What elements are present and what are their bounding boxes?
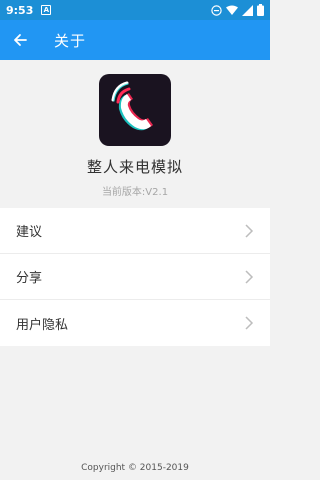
menu-item-label: 用户隐私 xyxy=(16,317,69,333)
menu-item-privacy[interactable]: 用户隐私 xyxy=(0,300,270,346)
arrow-left-icon xyxy=(14,34,27,46)
phone-call-icon xyxy=(111,81,153,131)
menu-item-share[interactable]: 分享 xyxy=(0,254,270,300)
wifi-icon xyxy=(226,5,238,15)
settings-menu: 建议 分享 用户隐私 xyxy=(0,208,270,346)
copyright-text: Copyright © 2015-2019 xyxy=(81,463,189,473)
status-icons xyxy=(211,4,264,16)
signal-icon xyxy=(242,4,253,16)
app-name: 整人来电模拟 xyxy=(86,158,183,176)
page-title: 关于 xyxy=(54,31,87,50)
app-version: 当前版本:V2.1 xyxy=(101,187,169,198)
back-button[interactable] xyxy=(0,20,40,60)
app-bar: 关于 xyxy=(0,20,270,60)
battery-icon xyxy=(257,4,264,16)
do-not-disturb-icon xyxy=(211,4,222,16)
app-info: 整人来电模拟 当前版本:V2.1 xyxy=(0,60,270,208)
status-time: 9:53 xyxy=(6,3,34,17)
chevron-right-icon xyxy=(245,316,254,330)
menu-item-label: 分享 xyxy=(16,271,43,286)
app-logo xyxy=(99,74,171,146)
menu-item-label: 建议 xyxy=(16,225,43,240)
chevron-right-icon xyxy=(245,223,254,238)
menu-item-feedback[interactable]: 建议 xyxy=(0,208,270,254)
chevron-right-icon xyxy=(245,269,254,284)
notification-icon: A xyxy=(41,5,52,15)
status-bar: 9:53 A xyxy=(0,0,270,20)
